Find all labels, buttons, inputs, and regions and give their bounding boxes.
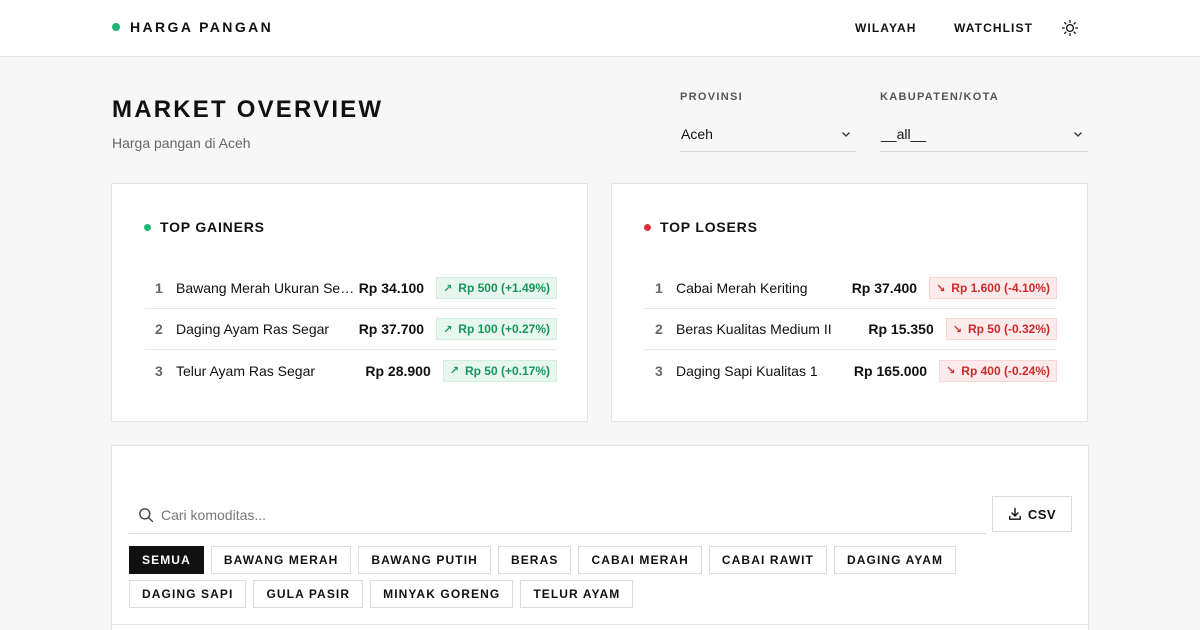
price: Rp 37.700	[358, 321, 425, 337]
change-badge: ↗ Rp 500 (+1.49%)	[436, 277, 557, 299]
rank: 2	[155, 321, 163, 337]
commodity-name: Cabai Merah Keriting	[676, 280, 808, 296]
change-value: Rp 50 (+0.17%)	[464, 363, 550, 378]
top-gainers-title: TOP GAINERS	[160, 219, 265, 235]
rank: 1	[655, 280, 663, 296]
gainer-row[interactable]: 3 Telur Ayam Ras Segar Rp 28.900 ↗ Rp 50 …	[145, 350, 557, 391]
top-losers-title: TOP LOSERS	[660, 219, 758, 235]
rank: 3	[655, 362, 663, 379]
search-input[interactable]	[161, 507, 941, 523]
search-icon	[139, 508, 154, 523]
chip-bawang-putih[interactable]: BAWANG PUTIH	[358, 546, 491, 574]
brand-name: HARGA PANGAN	[130, 19, 274, 35]
arrow-down-right-icon: ↘	[936, 282, 946, 295]
loser-row[interactable]: 1 Cabai Merah Keriting Rp 37.400 ↘ Rp 1.6…	[645, 268, 1057, 309]
chevron-down-icon	[1074, 132, 1082, 137]
sun-icon[interactable]	[1061, 19, 1079, 37]
nav-watchlist-link[interactable]: WATCHLIST	[954, 21, 1033, 35]
gainers-list: 1 Bawang Merah Ukuran Sedang Rp 34.100 ↗…	[145, 268, 557, 391]
kabupaten-select[interactable]: __all__	[880, 117, 1088, 152]
gainer-row[interactable]: 2 Daging Ayam Ras Segar Rp 37.700 ↗ Rp 10…	[145, 309, 557, 350]
chip-daging-ayam[interactable]: DAGING AYAM	[833, 546, 957, 574]
change-badge: ↘ Rp 1.600 (-4.10%)	[929, 277, 1057, 299]
chevron-down-icon	[842, 132, 850, 137]
chip-telur-ayam[interactable]: TELUR AYAM	[520, 580, 634, 608]
price: Rp 34.100	[358, 280, 425, 296]
arrow-down-right-icon: ↘	[946, 365, 956, 377]
csv-label: CSV	[1027, 506, 1057, 522]
change-value: Rp 100 (+0.27%)	[458, 322, 550, 336]
change-badge: ↘ Rp 50 (-0.32%)	[945, 318, 1057, 340]
green-dot-icon	[144, 223, 151, 231]
top-losers-header: TOP LOSERS	[644, 219, 758, 235]
change-value: Rp 500 (+1.49%)	[458, 281, 550, 295]
change-value: Rp 50 (-0.32%)	[967, 322, 1050, 336]
chip-beras[interactable]: BERAS	[497, 546, 572, 574]
brand-dot-icon	[112, 23, 120, 31]
commodity-panel: CSV SEMUA BAWANG MERAH BAWANG PUTIH BERA…	[111, 445, 1089, 630]
commodity-name: Daging Sapi Kualitas 1	[676, 362, 818, 379]
provinsi-select[interactable]: Aceh	[680, 117, 856, 152]
change-badge: ↗ Rp 100 (+0.27%)	[436, 318, 557, 340]
commodity-name: Bawang Merah Ukuran Sedang	[176, 280, 359, 296]
download-icon	[1008, 507, 1021, 520]
rank: 1	[155, 280, 163, 296]
arrow-up-right-icon: ↗	[443, 282, 453, 295]
red-dot-icon	[644, 223, 651, 231]
loser-row[interactable]: 2 Beras Kualitas Medium II Rp 15.350 ↘ Rp…	[645, 309, 1057, 350]
change-value: Rp 1.600 (-4.10%)	[951, 281, 1050, 295]
change-badge: ↗ Rp 50 (+0.17%)	[442, 359, 557, 382]
search-bar	[129, 497, 986, 534]
rank: 3	[155, 362, 163, 379]
rank: 2	[655, 321, 663, 337]
download-csv-button[interactable]: CSV	[992, 496, 1072, 532]
chip-gula-pasir[interactable]: GULA PASIR	[253, 580, 364, 608]
arrow-down-right-icon: ↘	[952, 323, 962, 336]
commodity-name: Beras Kualitas Medium II	[676, 321, 832, 337]
nav-wilayah-link[interactable]: WILAYAH	[855, 21, 917, 35]
provinsi-value: Aceh	[681, 126, 713, 142]
chip-cabai-merah[interactable]: CABAI MERAH	[578, 546, 702, 574]
kabupaten-label: KABUPATEN/KOTA	[880, 91, 1000, 103]
losers-list: 1 Cabai Merah Keriting Rp 37.400 ↘ Rp 1.6…	[645, 268, 1057, 391]
commodity-name: Telur Ayam Ras Segar	[176, 362, 316, 379]
top-losers-card: TOP LOSERS 1 Cabai Merah Keriting Rp 37.…	[611, 183, 1088, 422]
chip-bawang-merah[interactable]: BAWANG MERAH	[210, 546, 352, 574]
price: Rp 15.350	[868, 321, 934, 337]
change-badge: ↘ Rp 400 (-0.24%)	[939, 359, 1057, 382]
page-title: MARKET OVERVIEW	[112, 96, 384, 123]
chip-minyak-goreng[interactable]: MINYAK GORENG	[370, 580, 514, 608]
page-subtitle: Harga pangan di Aceh	[112, 135, 251, 151]
kabupaten-value: __all__	[881, 126, 927, 142]
top-gainers-header: TOP GAINERS	[144, 219, 265, 235]
chip-daging-sapi[interactable]: DAGING SAPI	[129, 580, 247, 608]
loser-row[interactable]: 3 Daging Sapi Kualitas 1 Rp 165.000 ↘ Rp …	[645, 350, 1057, 391]
divider	[112, 624, 1088, 625]
price: Rp 165.000	[853, 362, 928, 379]
category-filter-chips: SEMUA BAWANG MERAH BAWANG PUTIH BERAS CA…	[129, 546, 1079, 614]
brand-logo[interactable]: HARGA PANGAN	[112, 19, 273, 35]
chip-cabai-rawit[interactable]: CABAI RAWIT	[708, 546, 827, 574]
gainer-row[interactable]: 1 Bawang Merah Ukuran Sedang Rp 34.100 ↗…	[145, 268, 557, 309]
top-gainers-card: TOP GAINERS 1 Bawang Merah Ukuran Sedang…	[111, 183, 588, 422]
arrow-up-right-icon: ↗	[443, 323, 453, 336]
chip-semua[interactable]: SEMUA	[129, 546, 204, 574]
change-value: Rp 400 (-0.24%)	[961, 363, 1050, 378]
top-navigation-bar: HARGA PANGAN WILAYAH WATCHLIST	[0, 0, 1200, 57]
commodity-name: Daging Ayam Ras Segar	[176, 321, 330, 337]
arrow-up-right-icon: ↗	[449, 365, 459, 377]
price: Rp 28.900	[365, 362, 431, 379]
price: Rp 37.400	[851, 280, 918, 296]
provinsi-label: PROVINSI	[680, 91, 743, 103]
